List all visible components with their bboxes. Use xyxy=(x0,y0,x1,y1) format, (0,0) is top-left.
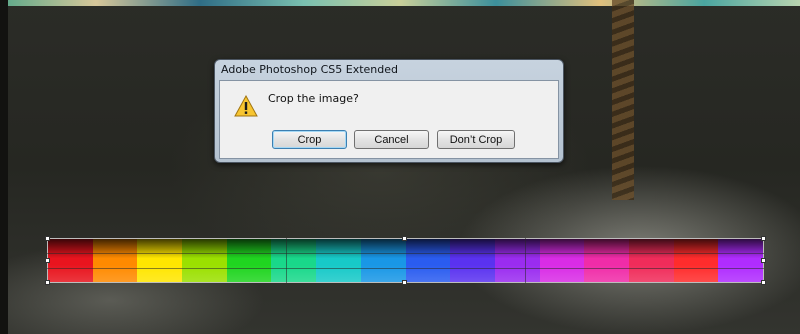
warning-icon xyxy=(234,95,258,117)
dialog-message: Crop the image? xyxy=(268,92,359,105)
crop-handle-bottom[interactable] xyxy=(402,280,407,285)
color-swatch xyxy=(673,239,719,282)
color-swatch xyxy=(316,239,361,282)
crop-handle-top[interactable] xyxy=(402,236,407,241)
dont-crop-button[interactable]: Don’t Crop xyxy=(437,130,515,149)
swatch-shade xyxy=(137,239,183,282)
swatch-shade xyxy=(48,239,93,282)
crop-handle-bottom-left[interactable] xyxy=(45,280,50,285)
crop-handle-right[interactable] xyxy=(761,258,766,263)
color-swatch-strip xyxy=(48,239,763,282)
color-swatch xyxy=(494,239,540,282)
crop-guide-vertical xyxy=(286,238,287,283)
color-swatch xyxy=(360,239,406,282)
swatch-shade xyxy=(584,239,629,282)
dialog-title: Adobe Photoshop CS5 Extended xyxy=(221,63,398,76)
color-swatch xyxy=(450,239,495,282)
color-swatch xyxy=(628,239,674,282)
swatch-shade xyxy=(673,239,719,282)
swatch-shade xyxy=(494,239,540,282)
color-swatch xyxy=(718,239,763,282)
color-swatch xyxy=(271,239,317,282)
color-swatch xyxy=(226,239,272,282)
crop-guide-horizontal xyxy=(47,268,764,269)
crop-confirm-dialog: Adobe Photoshop CS5 Extended Crop the im… xyxy=(214,59,564,163)
crop-button[interactable]: Crop xyxy=(272,130,347,149)
color-swatch xyxy=(182,239,227,282)
top-image-strip xyxy=(0,0,800,6)
crop-selection[interactable] xyxy=(47,238,764,283)
color-swatch xyxy=(137,239,183,282)
swatch-shade xyxy=(226,239,272,282)
cancel-button[interactable]: Cancel xyxy=(354,130,429,149)
color-swatch xyxy=(405,239,451,282)
crop-handle-top-right[interactable] xyxy=(761,236,766,241)
swatch-shade xyxy=(182,239,227,282)
color-swatch xyxy=(584,239,629,282)
swatch-shade xyxy=(539,239,585,282)
swatch-shade xyxy=(405,239,451,282)
crop-guide-horizontal xyxy=(47,253,764,254)
swatch-shade xyxy=(718,239,763,282)
color-swatch xyxy=(539,239,585,282)
canvas-left-edge xyxy=(0,0,8,334)
swatch-shade xyxy=(450,239,495,282)
crop-handle-left[interactable] xyxy=(45,258,50,263)
background-rope xyxy=(612,0,634,200)
dialog-body: Crop the image? Crop Cancel Don’t Crop xyxy=(219,80,559,159)
crop-handle-bottom-right[interactable] xyxy=(761,280,766,285)
swatch-shade xyxy=(92,239,138,282)
crop-guide-vertical xyxy=(525,238,526,283)
swatch-shade xyxy=(316,239,361,282)
color-swatch xyxy=(48,239,93,282)
swatch-shade xyxy=(271,239,317,282)
swatch-shade xyxy=(628,239,674,282)
color-swatch xyxy=(92,239,138,282)
crop-handle-top-left[interactable] xyxy=(45,236,50,241)
swatch-shade xyxy=(360,239,406,282)
photo-canvas xyxy=(0,0,800,334)
